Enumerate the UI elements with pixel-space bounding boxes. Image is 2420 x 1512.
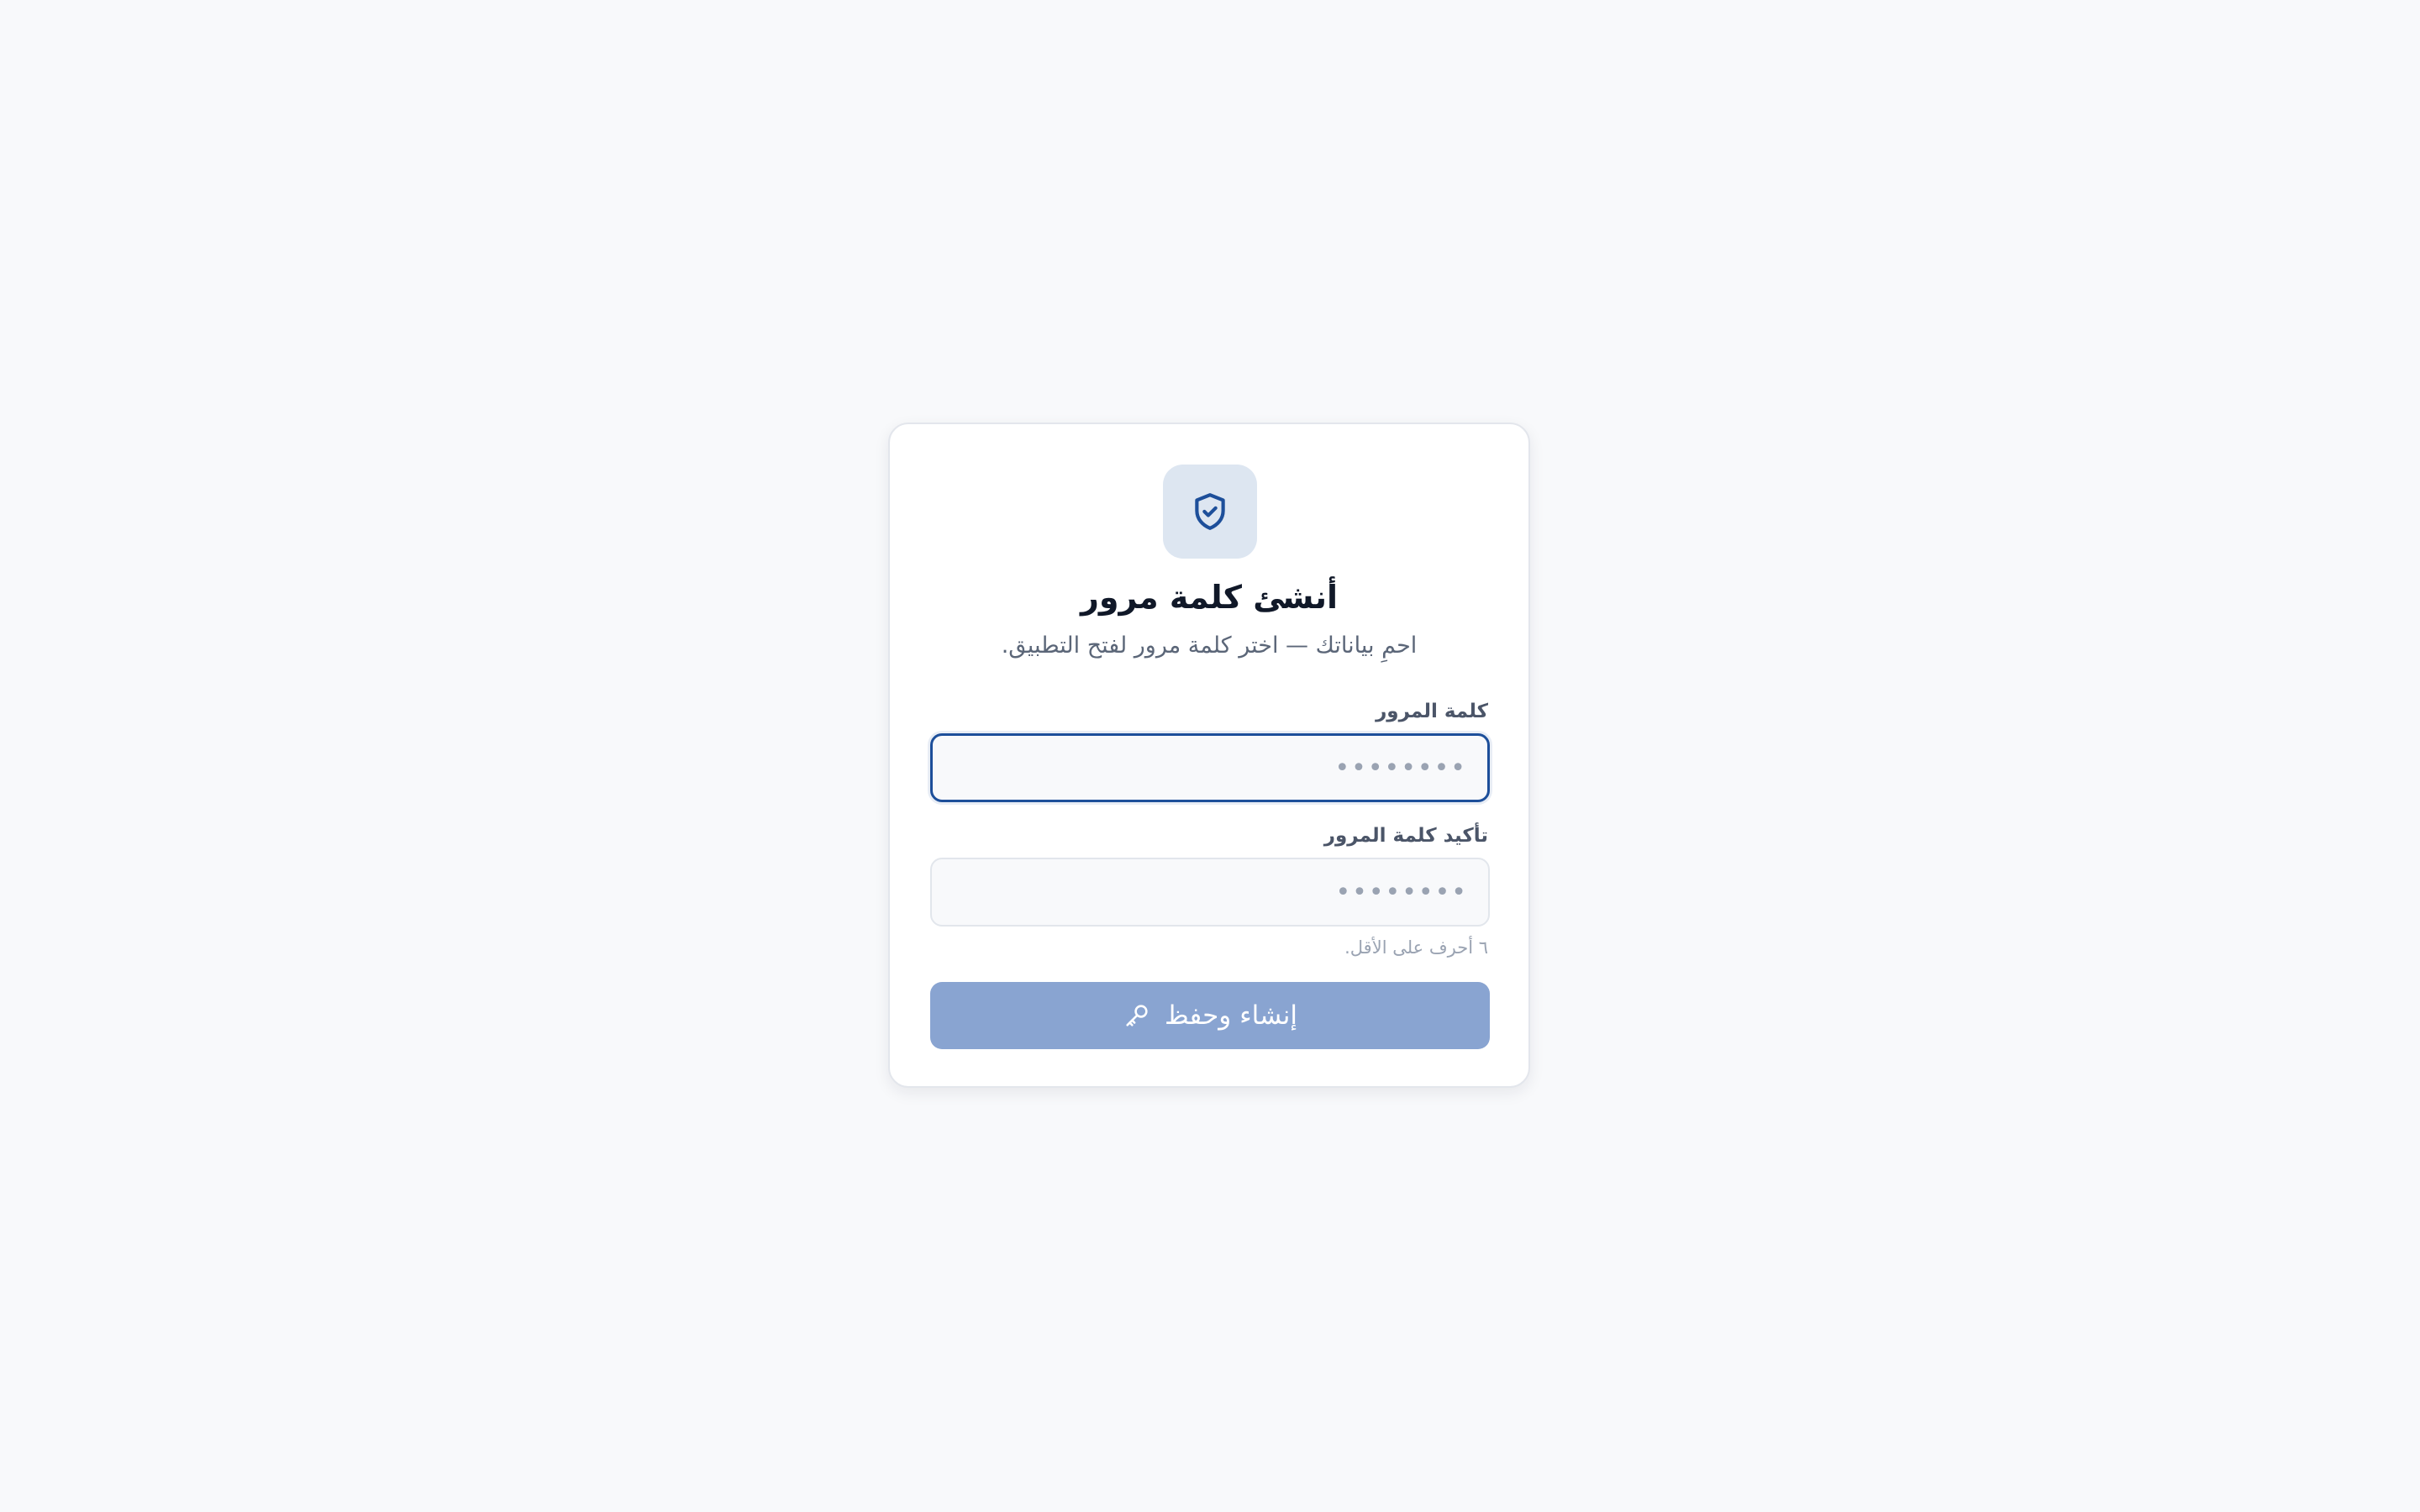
password-hint: ٦ أحرف على الأقل. xyxy=(1344,937,1488,958)
confirm-password-input[interactable] xyxy=(930,858,1490,927)
create-save-button-label: إنشاء وحفظ xyxy=(1165,1000,1298,1031)
shield-check-icon xyxy=(1195,493,1225,530)
page-subtitle: احمِ بياناتك — اختر كلمة مرور لفتح التطب… xyxy=(1001,633,1418,659)
password-input[interactable] xyxy=(930,733,1490,802)
shield-icon-tile xyxy=(1163,465,1257,559)
setup-password-card: أنشئ كلمة مرور احمِ بياناتك — اختر كلمة … xyxy=(888,423,1530,1088)
key-icon xyxy=(1123,1001,1151,1030)
create-save-button[interactable]: إنشاء وحفظ xyxy=(930,982,1490,1049)
page-title: أنشئ كلمة مرور xyxy=(1080,579,1339,616)
password-label: كلمة المرور xyxy=(1376,701,1488,722)
confirm-password-label: تأكيد كلمة المرور xyxy=(1323,825,1488,847)
